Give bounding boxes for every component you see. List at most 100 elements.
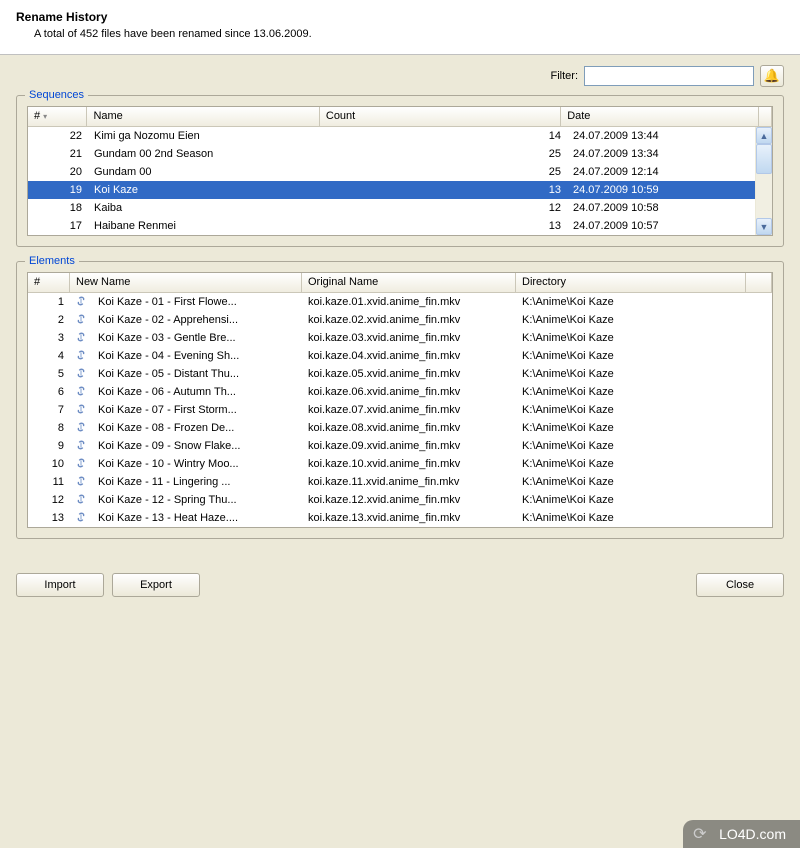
table-row[interactable]: 13Koi Kaze - 13 - Heat Haze....koi.kaze.… <box>28 509 772 527</box>
cell-num: 10 <box>28 456 70 472</box>
cell-date: 24.07.2009 13:34 <box>567 146 767 162</box>
cell-new-name: Koi Kaze - 11 - Lingering ... <box>92 474 302 490</box>
bell-icon: 🔔 <box>764 68 780 84</box>
cell-original-name: koi.kaze.04.xvid.anime_fin.mkv <box>302 348 516 364</box>
cell-new-name: Koi Kaze - 05 - Distant Thu... <box>92 366 302 382</box>
link-icon <box>70 366 92 383</box>
watermark: LO4D.com <box>683 820 800 848</box>
table-row[interactable]: 12 Koi Kaze - 12 - Spring Thu...koi.kaze.… <box>28 491 772 509</box>
sequences-scrollbar[interactable]: ▲ ▼ <box>755 127 772 235</box>
sequences-group: Sequences # Name Count Date 22Kimi ga No… <box>16 95 784 247</box>
clear-filter-button[interactable]: 🔔 <box>760 65 784 87</box>
cell-directory: K:\Anime\Koi Kaze <box>516 492 746 508</box>
cell-name: Gundam 00 2nd Season <box>88 146 323 162</box>
sequences-header: # Name Count Date <box>28 107 772 127</box>
cell-original-name: koi.kaze.12.xvid.anime_fin.mkv <box>302 492 516 508</box>
page-subtitle: A total of 452 files have been renamed s… <box>16 28 784 40</box>
cell-num: 3 <box>28 330 70 346</box>
cell-num: 21 <box>28 146 88 162</box>
elements-legend: Elements <box>25 255 79 267</box>
cell-original-name: koi.kaze.02.xvid.anime_fin.mkv <box>302 312 516 328</box>
table-row[interactable]: 7Koi Kaze - 07 - First Storm...koi.kaze.… <box>28 401 772 419</box>
link-icon <box>70 510 92 527</box>
table-row[interactable]: 6Koi Kaze - 06 - Autumn Th...koi.kaze.06… <box>28 383 772 401</box>
cell-original-name: koi.kaze.09.xvid.anime_fin.mkv <box>302 438 516 454</box>
link-icon <box>70 384 92 401</box>
cell-count: 13 <box>323 218 567 234</box>
table-row[interactable]: 8Koi Kaze - 08 - Frozen De...koi.kaze.08… <box>28 419 772 437</box>
col-el-num[interactable]: # <box>28 273 70 292</box>
col-el-orig[interactable]: Original Name <box>302 273 516 292</box>
cell-name: Gundam 00 <box>88 164 323 180</box>
table-row[interactable]: 19Koi Kaze1324.07.2009 10:59 <box>28 181 772 199</box>
table-row[interactable]: 18Kaiba1224.07.2009 10:58 <box>28 199 772 217</box>
cell-directory: K:\Anime\Koi Kaze <box>516 348 746 364</box>
sequences-table: # Name Count Date 22Kimi ga Nozomu Eien1… <box>27 106 773 236</box>
col-el-end <box>746 273 772 292</box>
close-button[interactable]: Close <box>696 573 784 597</box>
cell-original-name: koi.kaze.07.xvid.anime_fin.mkv <box>302 402 516 418</box>
cell-new-name: Koi Kaze - 03 - Gentle Bre... <box>92 330 302 346</box>
table-row[interactable]: 22Kimi ga Nozomu Eien1424.07.2009 13:44 <box>28 127 772 145</box>
filter-row: Filter: 🔔 <box>16 65 784 87</box>
filter-label: Filter: <box>551 70 579 82</box>
cell-date: 24.07.2009 13:44 <box>567 128 767 144</box>
table-row[interactable]: 4Koi Kaze - 04 - Evening Sh...koi.kaze.0… <box>28 347 772 365</box>
cell-date: 24.07.2009 10:58 <box>567 200 767 216</box>
scroll-up-icon[interactable]: ▲ <box>756 127 772 144</box>
table-row[interactable]: 17Haibane Renmei1324.07.2009 10:57 <box>28 217 772 235</box>
cell-directory: K:\Anime\Koi Kaze <box>516 474 746 490</box>
col-seq-num[interactable]: # <box>28 107 87 126</box>
link-icon <box>70 348 92 365</box>
table-row[interactable]: 2Koi Kaze - 02 - Apprehensi...koi.kaze.0… <box>28 311 772 329</box>
cell-directory: K:\Anime\Koi Kaze <box>516 420 746 436</box>
table-row[interactable]: 9Koi Kaze - 09 - Snow Flake...koi.kaze.0… <box>28 437 772 455</box>
col-el-dir[interactable]: Directory <box>516 273 746 292</box>
col-seq-date[interactable]: Date <box>561 107 759 126</box>
cell-name: Koi Kaze <box>88 182 323 198</box>
col-seq-name[interactable]: Name <box>87 107 319 126</box>
table-row[interactable]: 3 Koi Kaze - 03 - Gentle Bre...koi.kaze.0… <box>28 329 772 347</box>
table-row[interactable]: 5Koi Kaze - 05 - Distant Thu...koi.kaze.… <box>28 365 772 383</box>
cell-original-name: koi.kaze.10.xvid.anime_fin.mkv <box>302 456 516 472</box>
table-row[interactable]: 20Gundam 002524.07.2009 12:14 <box>28 163 772 181</box>
cell-directory: K:\Anime\Koi Kaze <box>516 330 746 346</box>
cell-new-name: Koi Kaze - 07 - First Storm... <box>92 402 302 418</box>
cell-name: Haibane Renmei <box>88 218 323 234</box>
col-el-new[interactable]: New Name <box>70 273 302 292</box>
cell-num: 17 <box>28 218 88 234</box>
cell-directory: K:\Anime\Koi Kaze <box>516 510 746 526</box>
cell-num: 2 <box>28 312 70 328</box>
cell-num: 8 <box>28 420 70 436</box>
cell-directory: K:\Anime\Koi Kaze <box>516 366 746 382</box>
filter-input[interactable] <box>584 66 754 86</box>
table-row[interactable]: 10Koi Kaze - 10 - Wintry Moo...koi.kaze.… <box>28 455 772 473</box>
cell-count: 13 <box>323 182 567 198</box>
cell-directory: K:\Anime\Koi Kaze <box>516 294 746 310</box>
sequences-legend: Sequences <box>25 89 88 101</box>
link-icon <box>70 438 92 455</box>
table-row[interactable]: 11Koi Kaze - 11 - Lingering ...koi.kaze.… <box>28 473 772 491</box>
elements-body: 1Koi Kaze - 01 - First Flowe...koi.kaze.… <box>28 293 772 527</box>
elements-header: # New Name Original Name Directory <box>28 273 772 293</box>
table-row[interactable]: 1Koi Kaze - 01 - First Flowe...koi.kaze.… <box>28 293 772 311</box>
link-icon <box>70 474 92 491</box>
cell-num: 12 <box>28 492 70 508</box>
scroll-down-icon[interactable]: ▼ <box>756 218 772 235</box>
scroll-thumb[interactable] <box>756 144 772 174</box>
cell-original-name: koi.kaze.11.xvid.anime_fin.mkv <box>302 474 516 490</box>
import-button[interactable]: Import <box>16 573 104 597</box>
cell-new-name: Koi Kaze - 08 - Frozen De... <box>92 420 302 436</box>
cell-original-name: koi.kaze.13.xvid.anime_fin.mkv <box>302 510 516 526</box>
link-icon <box>70 294 92 311</box>
link-icon <box>70 330 92 347</box>
table-row[interactable]: 21Gundam 00 2nd Season2524.07.2009 13:34 <box>28 145 772 163</box>
col-seq-count[interactable]: Count <box>320 107 561 126</box>
cell-new-name: Koi Kaze - 12 - Spring Thu... <box>92 492 302 508</box>
cell-original-name: koi.kaze.03.xvid.anime_fin.mkv <box>302 330 516 346</box>
cell-directory: K:\Anime\Koi Kaze <box>516 312 746 328</box>
page-title: Rename History <box>16 10 784 24</box>
link-icon <box>70 492 92 509</box>
export-button[interactable]: Export <box>112 573 200 597</box>
cell-num: 9 <box>28 438 70 454</box>
